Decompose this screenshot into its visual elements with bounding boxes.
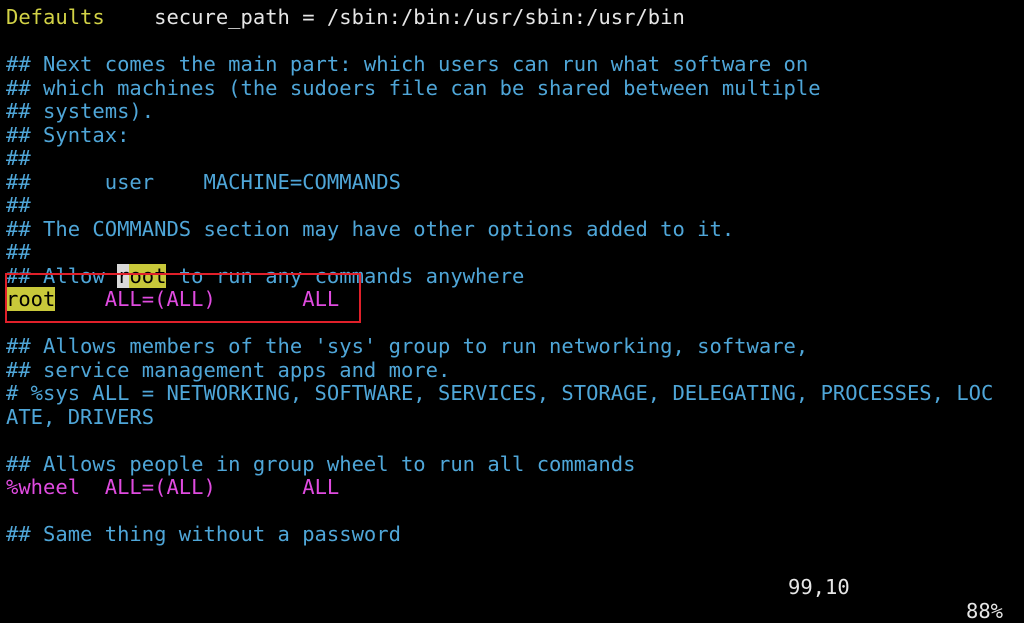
wheel-commands: ALL (302, 475, 340, 499)
comment-line: ## (6, 146, 31, 170)
comment-line: ## (6, 193, 31, 217)
defaults-keyword: Defaults (6, 5, 105, 29)
cursor-position: 99,10 (788, 575, 850, 599)
wheel-runas-spec: ALL=(ALL) (104, 475, 216, 499)
comment-line: ## user MACHINE=COMMANDS (6, 169, 401, 194)
status-bar: 99,10 88% (0, 551, 1024, 623)
comment-line: ## which machines (the sudoers file can … (6, 75, 821, 100)
scroll-percent: 88% (966, 599, 1004, 623)
comment-line: ## Same thing without a password (6, 522, 401, 546)
wheel-rule-line: %wheel ALL=(ALL) ALL (6, 475, 1024, 500)
comment-line: ATE, DRIVERS (6, 404, 155, 429)
comment-line: ## The COMMANDS section may have other o… (6, 216, 735, 241)
comment-line: ## Allows members of the 'sys' group to … (6, 334, 809, 358)
comment-line: ## (6, 240, 31, 264)
comment-line: ## service management apps and more. (6, 357, 451, 382)
secure-path-value: secure_path = /sbin:/bin:/usr/sbin:/usr/… (104, 5, 685, 29)
annotation-box (5, 273, 361, 323)
wheel-group: %wheel (6, 475, 81, 499)
comment-line: # %sys ALL = NETWORKING, SOFTWARE, SERVI… (6, 381, 994, 405)
comment-line: ## Allows people in group wheel to run a… (6, 451, 636, 476)
comment-line: ## Next comes the main part: which users… (6, 52, 809, 76)
comment-line: ## systems). (6, 99, 155, 123)
comment-line: ## Syntax: (6, 122, 130, 147)
defaults-line: Defaults secure_path = /sbin:/bin:/usr/s… (6, 5, 1024, 30)
